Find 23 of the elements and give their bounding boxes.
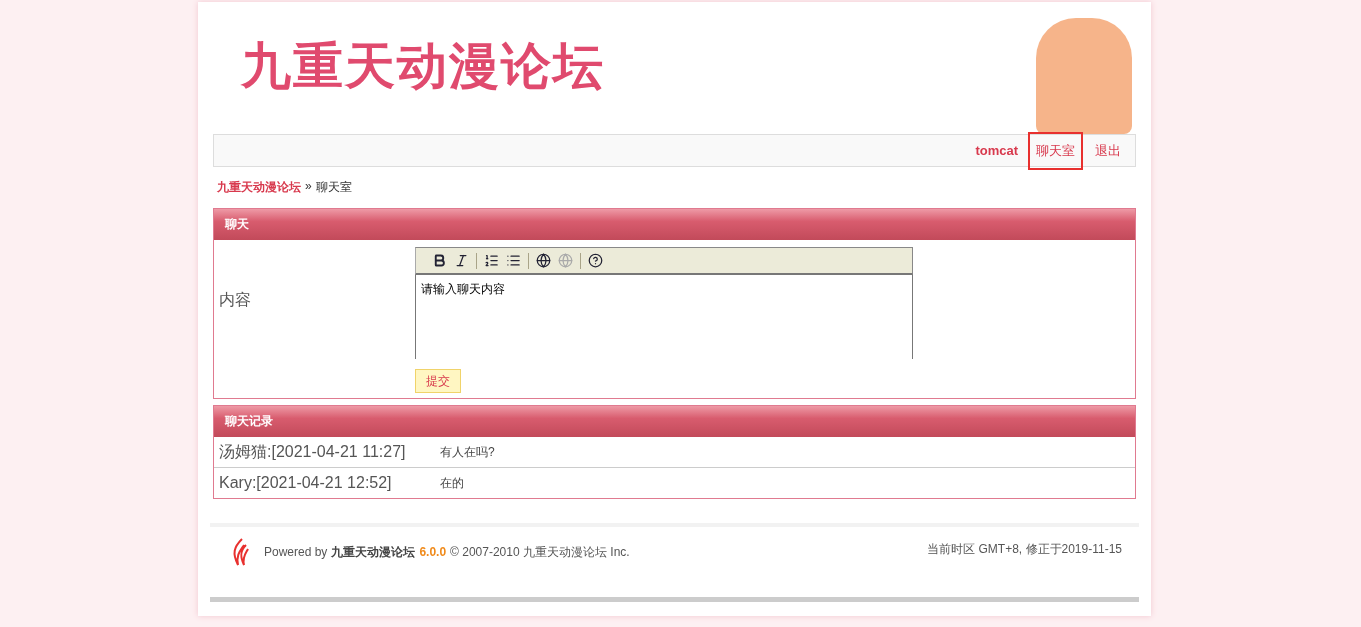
sender-and-time: 汤姆猫:[2021-04-21 11:27] (219, 441, 407, 462)
copyright-text: © 2007-2010 九重天动漫论坛 Inc. (450, 543, 630, 561)
forum-logo[interactable]: 九重天动漫论坛 (241, 33, 605, 100)
footer-site-name: 九重天动漫论坛 (331, 543, 416, 561)
breadcrumb-home-link[interactable]: 九重天动漫论坛 (217, 179, 301, 196)
content-label: 内容 (219, 289, 252, 310)
chat-input-field[interactable]: 请输入聊天内容 (415, 275, 913, 359)
globe-link-icon[interactable] (534, 251, 553, 270)
version-number: 6.0.0 (419, 545, 447, 559)
breadcrumb-separator: » (305, 179, 312, 195)
chat-message: 在的 (440, 474, 464, 492)
chat-message: 有人在吗? (440, 443, 495, 461)
username-link[interactable]: tomcat (975, 143, 1018, 158)
sender-and-time: Kary:[2021-04-21 12:52] (219, 474, 393, 492)
nav-link[interactable]: 聊天室 (1028, 131, 1083, 170)
timezone-text: 当前时区 GMT+8, 修正于2019-11-15 (927, 541, 1122, 558)
powered-by-text: Powered by (264, 545, 328, 559)
help-icon[interactable] (586, 251, 605, 270)
breadcrumb-current: 聊天室 (315, 179, 352, 196)
panel-title: 聊天记录 (214, 406, 1135, 437)
submit-button[interactable]: 提交 (415, 369, 461, 393)
nav-link[interactable]: 退出 (1087, 131, 1129, 170)
panel-title: 聊天 (214, 209, 1135, 240)
